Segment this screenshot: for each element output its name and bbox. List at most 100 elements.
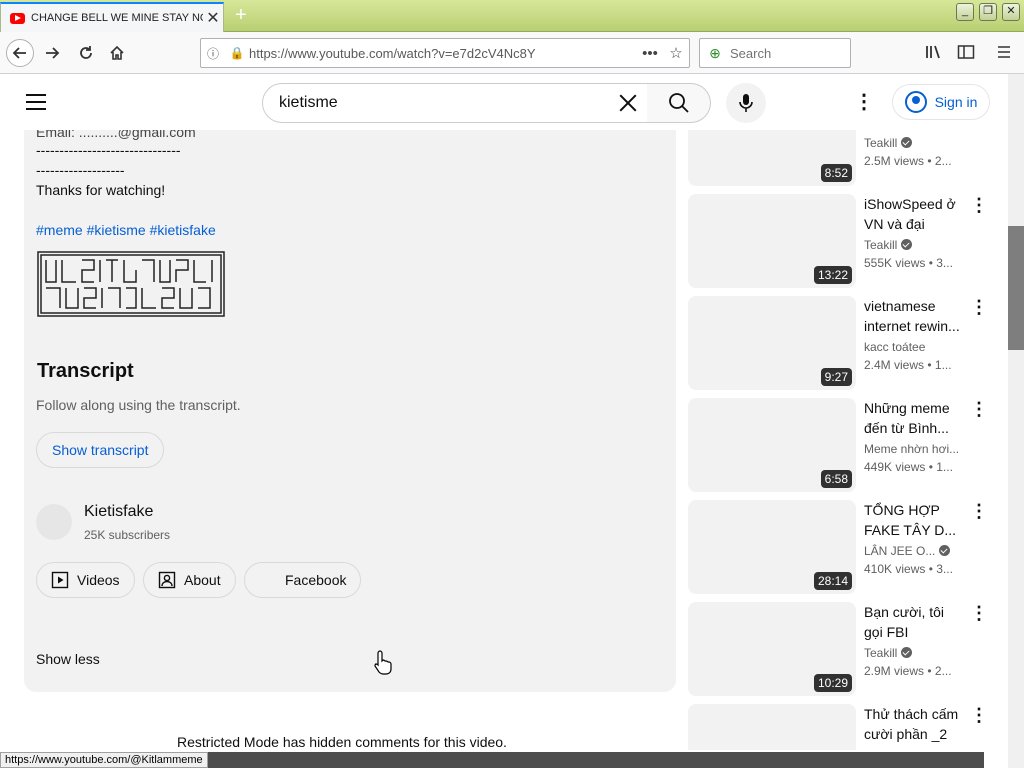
watch-page-content: Email: ..........@gmail.com ------------… bbox=[0, 130, 1008, 750]
video-meta: 410K views • 3... bbox=[864, 562, 953, 576]
home-icon[interactable] bbox=[103, 39, 131, 67]
search-query[interactable]: kietisme bbox=[279, 94, 607, 112]
related-video[interactable]: 8:52 Teakill 2.5M views • 2... bbox=[688, 130, 988, 186]
video-title[interactable]: TỔNG HỢP FAKE TÂY D... bbox=[864, 500, 962, 540]
new-tab-button[interactable]: + bbox=[230, 5, 252, 27]
video-thumbnail[interactable] bbox=[688, 704, 856, 750]
maximize-icon[interactable]: ❐ bbox=[979, 3, 997, 21]
related-video[interactable]: 13:22 iShowSpeed ở VN và đại dịch... Tea… bbox=[688, 194, 988, 288]
settings-more-icon[interactable]: ⋮ bbox=[854, 92, 874, 114]
show-less-button[interactable]: Show less bbox=[36, 651, 100, 667]
restricted-comments-notice: Restricted Mode has hidden comments for … bbox=[177, 734, 507, 750]
related-video[interactable]: 28:14 TỔNG HỢP FAKE TÂY D... LÂN JEE O..… bbox=[688, 500, 988, 594]
related-video[interactable]: 9:27 vietnamese internet rewin... kacc t… bbox=[688, 296, 988, 390]
youtube-search-input[interactable]: kietisme bbox=[262, 83, 648, 123]
hamburger-menu-icon[interactable] bbox=[994, 44, 1014, 62]
related-video[interactable]: Thử thách cấm cười phần _2 ⋮ bbox=[688, 704, 988, 750]
channel-avatar[interactable] bbox=[36, 504, 72, 540]
video-title[interactable]: Thử thách cấm cười phần _2 bbox=[864, 704, 962, 744]
video-channel[interactable]: LÂN JEE O... bbox=[864, 544, 970, 558]
video-meta: 449K views • 1... bbox=[864, 460, 953, 474]
tab-close-icon[interactable]: ✕ bbox=[203, 8, 223, 28]
about-person-icon bbox=[158, 571, 176, 589]
video-meta: 555K views • 3... bbox=[864, 256, 953, 270]
vertical-scrollbar[interactable] bbox=[1008, 74, 1024, 768]
minimize-icon[interactable]: _ bbox=[956, 3, 974, 21]
url-text[interactable]: https://www.youtube.com/watch?v=e7d2cV4N… bbox=[249, 46, 637, 61]
video-channel[interactable]: Meme nhờn hơi... bbox=[864, 442, 970, 456]
video-channel[interactable]: kacc toátee bbox=[864, 340, 970, 354]
video-thumbnail[interactable]: 10:29 bbox=[688, 602, 856, 696]
search-button[interactable] bbox=[647, 83, 711, 123]
guide-menu-icon[interactable] bbox=[26, 94, 46, 110]
video-channel[interactable]: Teakill bbox=[864, 238, 970, 252]
video-title[interactable]: Những meme đến từ Bình... bbox=[864, 398, 962, 438]
video-actions-icon[interactable]: ⋮ bbox=[970, 706, 988, 726]
about-label: About bbox=[184, 572, 221, 588]
channel-name[interactable]: Kietisfake bbox=[84, 503, 153, 521]
video-actions-icon[interactable]: ⋮ bbox=[970, 196, 988, 216]
clear-search-icon[interactable] bbox=[607, 84, 647, 122]
voice-search-button[interactable] bbox=[726, 83, 766, 123]
ascii-art-logo bbox=[37, 251, 225, 317]
video-thumbnail[interactable]: 13:22 bbox=[688, 194, 856, 288]
browser-tab[interactable]: CHANGE BELL WE MINE STAY NOW ✕ bbox=[0, 2, 224, 32]
related-video[interactable]: 10:29 Bạn cười, tôi gọi FBI Teakill 2.9M… bbox=[688, 602, 988, 696]
reload-icon[interactable] bbox=[72, 39, 100, 67]
video-actions-icon[interactable]: ⋮ bbox=[970, 298, 988, 318]
video-meta: 2.5M views • 2... bbox=[864, 154, 952, 168]
back-arrow-icon[interactable] bbox=[6, 39, 34, 67]
sign-in-label: Sign in bbox=[934, 94, 978, 110]
account-icon bbox=[904, 91, 927, 113]
video-thumbnail[interactable]: 8:52 bbox=[688, 130, 856, 186]
description-dashes-2: ------------------- bbox=[36, 162, 125, 178]
related-video[interactable]: 6:58 Những meme đến từ Bình... Meme nhờn… bbox=[688, 398, 988, 492]
show-transcript-button[interactable]: Show transcript bbox=[36, 432, 165, 468]
sign-in-button[interactable]: Sign in bbox=[892, 84, 990, 120]
video-thumbnail[interactable]: 28:14 bbox=[688, 500, 856, 594]
video-description-panel: Email: ..........@gmail.com ------------… bbox=[24, 130, 676, 692]
youtube-header: kietisme ⋮ Sign in bbox=[0, 74, 1008, 130]
lock-warning-icon[interactable]: 🔒 bbox=[225, 46, 249, 60]
video-actions-icon[interactable]: ⋮ bbox=[970, 604, 988, 624]
transcript-subtitle: Follow along using the transcript. bbox=[36, 397, 241, 413]
library-icon[interactable] bbox=[924, 44, 944, 62]
search-engine-icon: ⊕ bbox=[709, 44, 721, 61]
forward-arrow-icon[interactable] bbox=[38, 39, 66, 67]
video-thumbnail[interactable]: 6:58 bbox=[688, 398, 856, 492]
verified-check-icon bbox=[901, 239, 913, 250]
video-channel[interactable]: Teakill bbox=[864, 646, 970, 660]
video-meta: 2.4M views • 1... bbox=[864, 358, 952, 372]
verified-check-icon bbox=[939, 545, 951, 556]
close-window-icon[interactable]: ✕ bbox=[1002, 3, 1020, 21]
vertical-scrollbar-thumb[interactable] bbox=[1008, 226, 1024, 350]
info-icon[interactable]: ⓘ bbox=[201, 45, 225, 62]
facebook-button[interactable]: Facebook bbox=[244, 562, 362, 598]
videos-button[interactable]: Videos bbox=[36, 562, 135, 598]
video-duration: 28:14 bbox=[813, 572, 852, 590]
page-actions-icon[interactable]: ••• bbox=[637, 45, 663, 62]
video-duration: 13:22 bbox=[813, 266, 852, 284]
horizontal-scrollbar[interactable] bbox=[207, 752, 984, 768]
sidebar-icon[interactable] bbox=[956, 44, 976, 62]
video-title[interactable]: Bạn cười, tôi gọi FBI bbox=[864, 602, 962, 642]
description-hashtags[interactable]: #meme #kietisme #kietisfake bbox=[36, 222, 216, 238]
video-thumbnail[interactable]: 9:27 bbox=[688, 296, 856, 390]
video-duration: 10:29 bbox=[813, 674, 852, 692]
video-actions-icon[interactable]: ⋮ bbox=[970, 502, 988, 522]
video-title[interactable]: iShowSpeed ở VN và đại dịch... bbox=[864, 194, 962, 234]
url-bar[interactable]: ⓘ 🔒 https://www.youtube.com/watch?v=e7d2… bbox=[200, 38, 690, 68]
about-button[interactable]: About bbox=[143, 562, 236, 598]
transcript-heading: Transcript bbox=[37, 360, 134, 382]
video-actions-icon[interactable]: ⋮ bbox=[970, 400, 988, 420]
video-channel[interactable]: Teakill bbox=[864, 136, 970, 150]
hand-cursor-icon bbox=[374, 650, 392, 675]
video-play-icon bbox=[51, 571, 69, 589]
video-title[interactable]: vietnamese internet rewin... bbox=[864, 296, 962, 336]
description-partial-line: Email: ..........@gmail.com bbox=[36, 130, 196, 140]
browser-search-box[interactable]: ⊕ Search bbox=[699, 38, 851, 68]
verified-check-icon bbox=[901, 137, 913, 148]
tab-title: CHANGE BELL WE MINE STAY NOW bbox=[31, 12, 203, 24]
browser-search-placeholder: Search bbox=[730, 45, 772, 61]
bookmark-star-icon[interactable]: ☆ bbox=[663, 44, 689, 62]
